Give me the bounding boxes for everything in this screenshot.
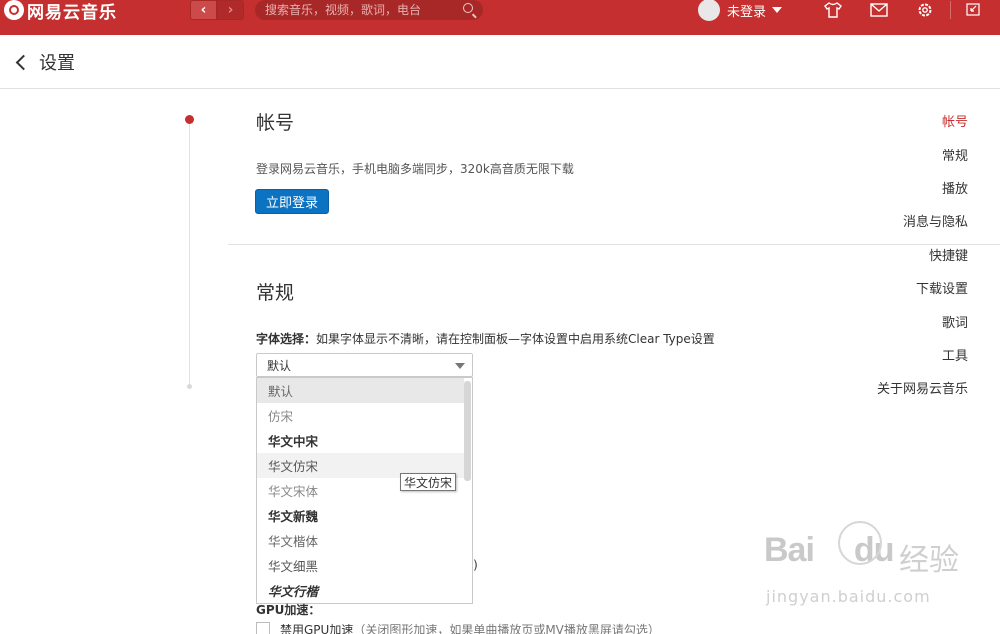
sidebar-end-marker — [187, 384, 192, 389]
sidebar-item-shortcuts[interactable]: 快捷键 — [929, 245, 968, 264]
back-button[interactable]: ‹ — [190, 0, 217, 20]
font-option[interactable]: 华文行楷 — [257, 578, 464, 603]
gpu-checkbox[interactable] — [256, 622, 270, 634]
gpu-option-label[interactable]: 禁用GPU加速 — [280, 621, 353, 634]
mini-mode-button[interactable] — [959, 0, 989, 20]
gpu-option-hint: （关闭图形加速，如果单曲播放页或MV播放黑屏请勾选） — [353, 622, 660, 634]
sidebar-item-tools[interactable]: 工具 — [942, 345, 968, 364]
chevron-left-icon: ‹ — [200, 2, 207, 18]
font-option[interactable]: 华文楷体 — [257, 528, 464, 553]
font-option[interactable]: 默认 — [257, 378, 464, 403]
user-menu[interactable]: 未登录 — [698, 0, 783, 21]
gpu-section-title: GPU加速： — [256, 603, 321, 617]
sidebar-item-privacy[interactable]: 消息与隐私 — [903, 211, 968, 230]
font-select[interactable]: 默认 — [256, 353, 473, 377]
avatar[interactable] — [698, 0, 720, 21]
search-icon[interactable] — [463, 3, 473, 13]
sidebar-active-marker — [185, 115, 194, 124]
app-logo[interactable]: 网易云音乐 — [4, 0, 117, 23]
font-option[interactable]: 华文细黑 — [257, 553, 464, 578]
gpu-option-row[interactable]: 禁用GPU加速 （关闭图形加速，如果单曲播放页或MV播放黑屏请勾选） — [256, 622, 660, 634]
sidebar-item-general[interactable]: 常规 — [942, 145, 968, 164]
sidebar-item-playback[interactable]: 播放 — [942, 178, 968, 197]
search-box — [255, 0, 483, 20]
obscured-text: ) — [473, 557, 478, 572]
sidebar-timeline — [189, 118, 190, 388]
section-divider — [228, 244, 1000, 245]
font-option[interactable]: 华文新魏 — [257, 503, 464, 528]
app-name: 网易云音乐 — [27, 2, 117, 23]
font-option[interactable]: 华文中宋 — [257, 428, 464, 453]
settings-header: 设置 — [0, 35, 1000, 89]
messages-button[interactable] — [856, 0, 902, 20]
dropdown-scrollbar[interactable] — [464, 381, 471, 481]
gear-icon — [918, 3, 932, 17]
general-section-title: 常规 — [256, 282, 295, 304]
font-select-value: 默认 — [267, 358, 292, 373]
watermark-cn: 经验 — [899, 543, 959, 578]
skin-button[interactable] — [810, 0, 856, 20]
font-option[interactable]: 仿宋 — [257, 403, 464, 428]
chevron-left-icon[interactable] — [15, 54, 32, 70]
paw-icon — [838, 521, 882, 565]
chevron-right-icon: › — [227, 2, 234, 18]
settings-button[interactable] — [902, 0, 948, 20]
netease-logo-icon — [4, 0, 24, 20]
history-nav: ‹ › — [190, 0, 244, 20]
sidebar-item-download[interactable]: 下载设置 — [916, 278, 968, 297]
login-button[interactable]: 立即登录 — [255, 189, 329, 214]
watermark-url: jingyan.baidu.com — [766, 587, 931, 606]
forward-button[interactable]: › — [217, 0, 244, 20]
sidebar-item-account[interactable]: 帐号 — [942, 111, 968, 130]
tshirt-icon — [824, 2, 842, 18]
minimize-window-icon — [966, 3, 980, 16]
search-input[interactable] — [265, 3, 455, 17]
watermark-logo-part1: Bai — [764, 531, 815, 569]
font-setting-label: 字体选择：如果字体显示不清晰，请在控制面板—字体设置中启用系统Clear Typ… — [256, 330, 715, 347]
page-title: 设置 — [39, 52, 75, 74]
account-description: 登录网易云音乐，手机电脑多端同步，320k高音质无限下载 — [256, 162, 574, 176]
chevron-down-icon — [455, 363, 465, 369]
font-label-title: 字体选择： — [256, 332, 317, 346]
caret-down-icon[interactable] — [772, 7, 783, 13]
sidebar-item-lyrics[interactable]: 歌词 — [942, 312, 968, 331]
login-status[interactable]: 未登录 — [727, 1, 766, 20]
toolbar-divider — [950, 1, 951, 19]
baidu-jingyan-watermark: Bai du 经验 jingyan.baidu.com — [764, 521, 1000, 616]
sidebar-item-about[interactable]: 关于网易云音乐 — [877, 378, 968, 397]
font-label-hint: 如果字体显示不清晰，请在控制面板—字体设置中启用系统Clear Type设置 — [316, 332, 715, 346]
font-tooltip: 华文仿宋 — [400, 473, 457, 491]
mail-icon — [870, 3, 888, 17]
toolbar-icons — [810, 0, 989, 20]
title-bar: 网易云音乐 ‹ › 未登录 — [0, 0, 1000, 35]
account-section-title: 帐号 — [256, 112, 295, 134]
